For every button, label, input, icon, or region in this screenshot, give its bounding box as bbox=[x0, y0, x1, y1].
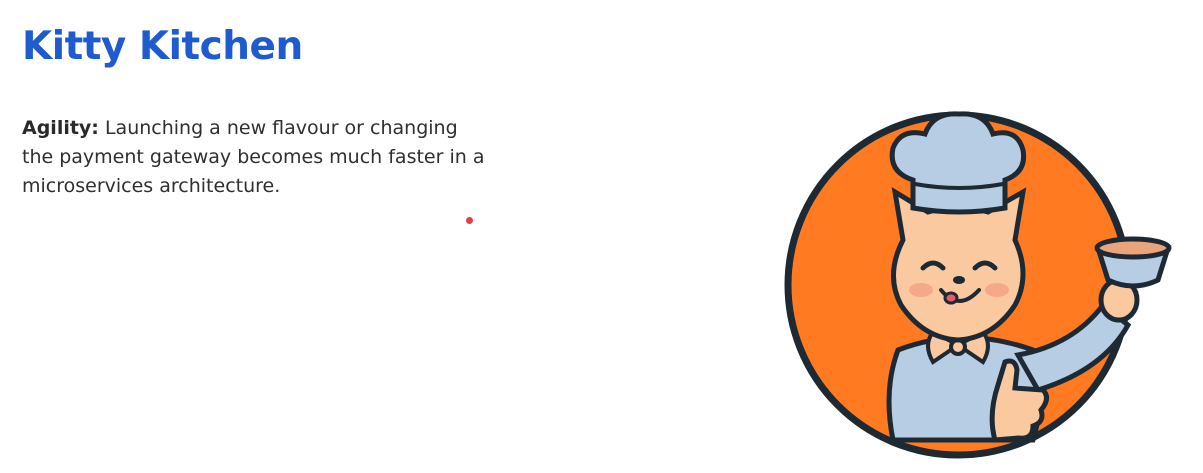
slide-title: Kitty Kitchen bbox=[22, 24, 303, 69]
agility-point: Agility: Launching a new flavour or chan… bbox=[22, 114, 492, 201]
agility-label: Agility: bbox=[22, 117, 99, 139]
laser-pointer-dot bbox=[466, 217, 473, 224]
tongue bbox=[943, 291, 959, 305]
slide: Kitty Kitchen Agility: Launching a new f… bbox=[0, 0, 1203, 473]
cat-chef-icon bbox=[784, 111, 1172, 459]
